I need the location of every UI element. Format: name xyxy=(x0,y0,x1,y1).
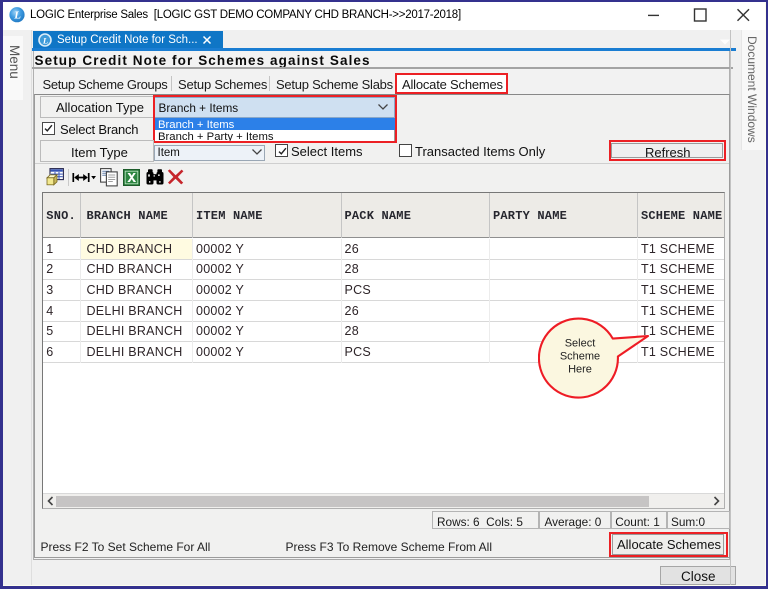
svg-text:Here: Here xyxy=(568,364,592,376)
svg-text:Select: Select xyxy=(565,338,596,350)
svg-text:L: L xyxy=(42,35,48,45)
svg-text:L: L xyxy=(13,9,21,21)
svg-text:Scheme: Scheme xyxy=(560,351,600,363)
